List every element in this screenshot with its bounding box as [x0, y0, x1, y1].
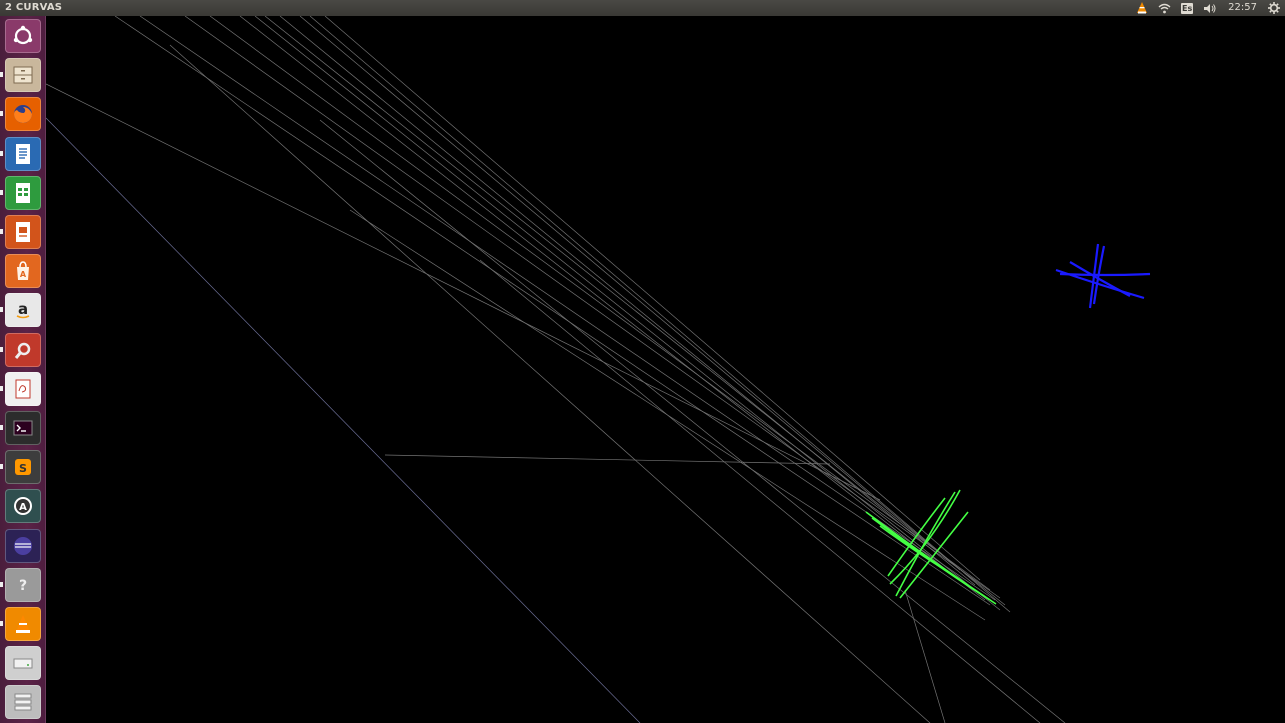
system-gear-icon[interactable] — [1268, 0, 1280, 16]
scene-svg — [46, 16, 1151, 723]
running-indicator — [0, 346, 3, 352]
projection-line — [319, 119, 1066, 723]
opengl-canvas[interactable] — [46, 16, 1285, 723]
projection-line — [479, 259, 1041, 723]
projection-line — [209, 16, 991, 591]
keyboard-layout-label: Es — [1181, 2, 1194, 14]
running-indicator — [0, 464, 3, 470]
volume-icon[interactable] — [1203, 0, 1217, 16]
projection-line — [254, 16, 1001, 611]
system-settings-launcher[interactable] — [5, 332, 41, 367]
drawing-app-icon — [15, 379, 31, 399]
running-indicator — [0, 111, 3, 117]
calc-launcher[interactable] — [5, 175, 41, 210]
terminal-icon — [13, 420, 33, 436]
software-updater-launcher[interactable]: A — [5, 489, 41, 524]
ubuntu-software-icon: A — [17, 261, 29, 281]
projection-line — [264, 16, 1006, 606]
svg-text:A: A — [20, 270, 27, 279]
projection-line — [239, 16, 986, 601]
writer-launcher[interactable] — [5, 136, 41, 171]
svg-text:S: S — [19, 462, 27, 475]
projection-line — [114, 16, 991, 606]
svg-text:a: a — [18, 300, 28, 318]
projection-line — [384, 454, 831, 465]
running-indicator — [0, 425, 3, 430]
files-launcher[interactable] — [5, 58, 41, 93]
running-indicator — [0, 189, 3, 195]
green-curve-stroke — [899, 511, 969, 599]
libreoffice-impress-icon — [16, 222, 30, 242]
vlc-cone-icon — [16, 615, 30, 633]
clock[interactable]: 22:57 — [1228, 0, 1257, 16]
firefox-icon — [14, 105, 32, 124]
amazon-icon: a — [16, 300, 30, 319]
running-indicator — [0, 150, 3, 156]
running-indicator — [0, 581, 3, 587]
eclipse-launcher[interactable] — [5, 528, 41, 563]
projection-line — [169, 44, 931, 723]
sublime-launcher[interactable]: S — [5, 450, 41, 485]
libreoffice-writer-icon — [16, 143, 30, 164]
projection-line — [184, 16, 1001, 599]
projection-lines — [46, 16, 1066, 723]
blue-curve-stroke — [1059, 272, 1151, 277]
workspaces-launcher[interactable] — [5, 685, 41, 720]
projection-line — [324, 16, 981, 581]
software-updater-icon: A — [14, 497, 32, 516]
impress-launcher[interactable] — [5, 215, 41, 249]
help-launcher[interactable]: ? — [5, 567, 41, 602]
svg-text:?: ? — [19, 578, 27, 594]
firefox-launcher[interactable] — [5, 97, 41, 132]
removable-drive-icon — [13, 658, 33, 669]
drive-launcher[interactable] — [5, 646, 41, 681]
amazon-launcher[interactable]: a — [5, 293, 41, 328]
software-center-launcher[interactable]: A — [5, 254, 41, 289]
vlc-tray-icon[interactable] — [1136, 0, 1148, 16]
libreoffice-calc-icon — [16, 182, 30, 203]
dash-home-button[interactable] — [5, 19, 41, 53]
blue-curve — [1055, 243, 1151, 309]
running-indicator — [0, 621, 3, 626]
workspace-switcher-icon — [14, 693, 32, 711]
svg-text:A: A — [19, 502, 27, 513]
sublime-text-icon: S — [15, 459, 31, 476]
draw-launcher[interactable] — [5, 371, 41, 406]
eclipse-icon — [14, 536, 32, 555]
launcher: Aa S A? — [0, 16, 46, 723]
running-indicator — [0, 229, 3, 234]
window-title: 2 CURVAS — [5, 2, 63, 13]
ubuntu-logo-icon — [13, 25, 33, 45]
projection-line — [299, 16, 961, 571]
vlc-launcher[interactable] — [5, 607, 41, 641]
top-panel: 2 CURVAS Es 22:57 — [0, 0, 1285, 16]
help-question-icon: ? — [19, 578, 27, 594]
projection-line — [349, 209, 986, 621]
files-cabinet-icon — [13, 66, 33, 84]
projection-line — [279, 16, 976, 586]
projection-line — [46, 117, 641, 723]
running-indicator — [0, 307, 3, 313]
running-indicator — [0, 385, 3, 391]
running-indicator — [0, 72, 3, 78]
projection-line — [309, 16, 1011, 613]
terminal-launcher[interactable] — [5, 411, 41, 445]
wifi-icon[interactable] — [1158, 0, 1171, 16]
keyboard-layout-indicator[interactable]: Es — [1181, 0, 1194, 16]
indicator-area: Es 22:57 — [1131, 0, 1285, 16]
settings-wrench-icon — [14, 342, 31, 359]
